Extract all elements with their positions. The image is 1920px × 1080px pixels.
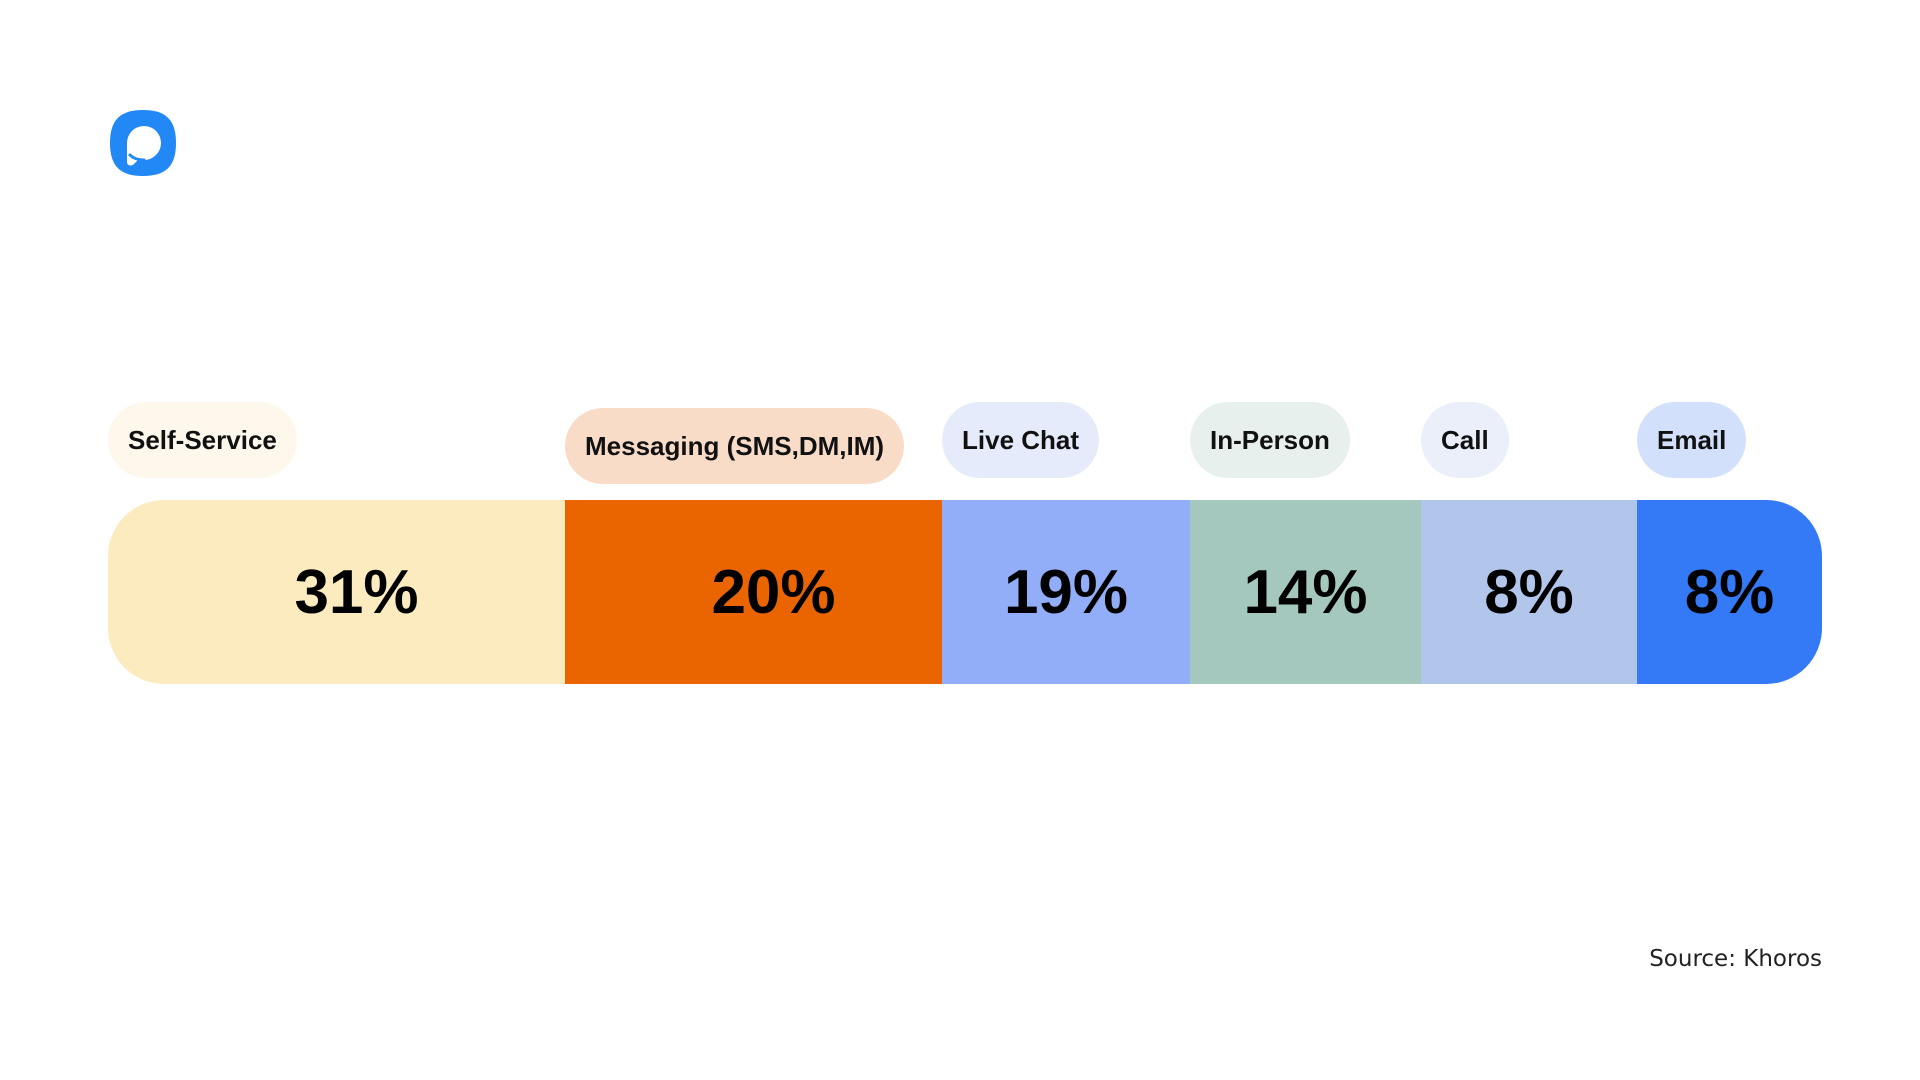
bar-segment-messaging-sms-dm-im: 20% [565, 500, 942, 684]
bar-segment-call: 8% [1421, 500, 1637, 684]
bar-segment-self-service: 31% [108, 500, 565, 684]
legend-label: Live Chat [942, 402, 1100, 478]
data-label: 8% [1684, 557, 1775, 627]
stacked-bar-chart: 31% 20% 19% 14% 8% 8% Self-Service Messaging (… [0, 0, 1920, 1080]
source-caption: Source: Khoros [1649, 946, 1822, 972]
legend-label: Messaging (SMS,DM,IM) [565, 408, 905, 484]
bar-segment-live-chat: 19% [942, 500, 1190, 684]
data-label: 14% [1243, 557, 1368, 627]
data-label: 8% [1484, 557, 1574, 627]
legend-label: Email [1637, 402, 1747, 478]
data-label: 20% [711, 557, 836, 627]
legend-label: In-Person [1190, 402, 1350, 478]
bar-segment-email: 8% [1637, 500, 1822, 684]
stacked-bar: 31% 20% 19% 14% 8% 8% [108, 500, 1822, 684]
data-label: 31% [294, 557, 419, 627]
bar-segment-in-person: 14% [1190, 500, 1421, 684]
legend-label: Self-Service [108, 402, 297, 478]
legend-label: Call [1421, 402, 1509, 478]
data-label: 19% [1003, 557, 1129, 627]
